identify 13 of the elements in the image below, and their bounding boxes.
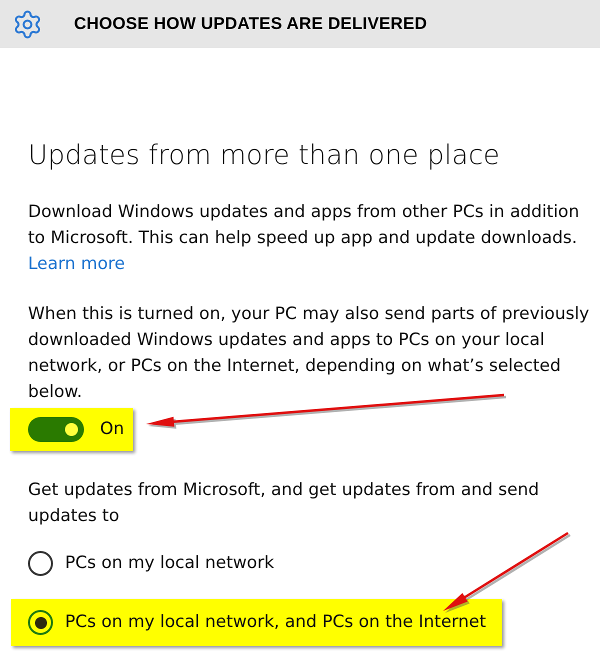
learn-more-link[interactable]: Learn more <box>28 254 125 274</box>
note-text: When this is turned on, your PC may also send parts of previously downloaded Windows updates and apps to PCs on your local network, or PCs on the Internet, depending on what’s selected below. <box>28 303 590 404</box>
description-text: Download Windows updates and apps from other PCs in addition to Microsoft. This can help speed up app and update downloads. <box>28 201 580 250</box>
options-label: Get updates from Microsoft, and get updates from and send updates to <box>28 479 540 528</box>
radio-button[interactable] <box>28 610 53 635</box>
toggle-switch[interactable] <box>28 417 84 442</box>
section-heading: Updates from more than one place <box>28 139 501 173</box>
radio-button[interactable] <box>28 551 53 576</box>
settings-icon <box>12 8 43 40</box>
option-label: PCs on my local network, and PCs on the Internet <box>65 610 486 634</box>
option-label: PCs on my local network <box>65 552 274 575</box>
toggle-label: On <box>100 418 124 441</box>
page-title: CHOOSE HOW UPDATES ARE DELIVERED <box>74 13 428 36</box>
